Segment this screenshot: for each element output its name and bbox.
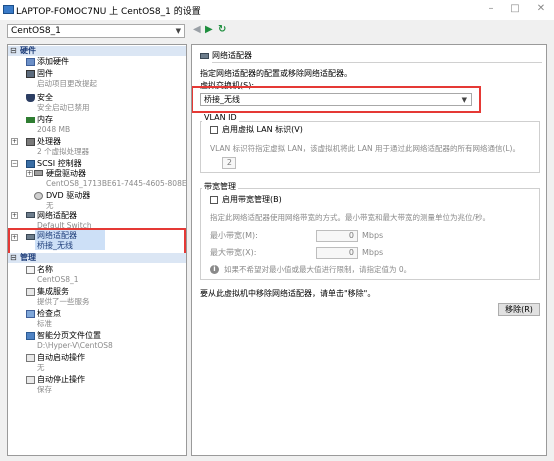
vm-select[interactable]: CentOS8_1 ▼	[7, 24, 185, 38]
integration-services-icon	[26, 288, 35, 296]
checkpoint-icon	[26, 310, 35, 318]
max-bandwidth-label: 最大带宽(X):	[210, 248, 257, 257]
management-section-header[interactable]: ⊟ 管理	[8, 253, 186, 263]
min-bandwidth-input[interactable]: 0	[316, 230, 358, 242]
bandwidth-description: 指定此网络适配器使用网络带宽的方式。最小带宽和最大带宽的测量单位为兆位/秒。	[210, 213, 491, 222]
expand-icon[interactable]: +	[11, 138, 18, 145]
min-bandwidth-unit: Mbps	[362, 231, 384, 240]
section-title: 网络适配器	[212, 51, 252, 60]
sidebar-item-dvd-drive[interactable]: DVD 驱动器	[46, 191, 90, 201]
sidebar-item-auto-start[interactable]: 自动启动操作	[37, 353, 85, 363]
vlan-description: VLAN 标识符指定虚拟 LAN，该虚拟机将此 LAN 用于通过此网络适配器的所…	[210, 144, 520, 153]
refresh-icon[interactable]: ↻	[218, 24, 226, 36]
chevron-down-icon: ▼	[175, 27, 181, 35]
hardware-section-header[interactable]: ⊟ 硬件	[8, 46, 186, 56]
description: 指定网络适配器的配置或移除网络适配器。	[200, 69, 352, 78]
expand-icon[interactable]: +	[11, 212, 18, 219]
vlan-checkbox-label[interactable]: 启用虚拟 LAN 标识(V)	[222, 125, 303, 135]
sidebar-item-security[interactable]: 安全	[37, 93, 53, 103]
network-adapter-icon	[200, 53, 209, 59]
bandwidth-checkbox-label[interactable]: 启用带宽管理(B)	[222, 195, 282, 205]
sidebar-item-processor[interactable]: 处理器	[37, 137, 61, 147]
sidebar-item-integration-services[interactable]: 集成服务	[37, 287, 69, 297]
checkpoint-subtitle: 标准	[37, 319, 52, 328]
sidebar-item-firmware[interactable]: 固件	[37, 69, 53, 79]
highlight-box	[8, 228, 186, 255]
processor-icon	[26, 138, 35, 146]
minimize-button[interactable]: –	[484, 3, 498, 15]
settings-tree: ⊟ 硬件 添加硬件 固件 启动项目更改提起 安全 安全启动已禁用 内存 2048…	[7, 44, 187, 456]
sidebar-item-memory[interactable]: 内存	[37, 115, 53, 125]
vm-select-value: CentOS8_1	[11, 26, 61, 36]
vlan-id-input[interactable]: 2	[222, 157, 236, 169]
hard-disk-subtitle: CentOS8_1713BE61-7445-4605-808E-C...	[46, 179, 187, 188]
vlan-title: VLAN ID	[202, 113, 239, 123]
memory-icon	[26, 117, 35, 123]
security-subtitle: 安全启动已禁用	[37, 103, 90, 112]
collapse-icon[interactable]: ⊟	[10, 254, 17, 262]
expand-icon[interactable]: +	[26, 170, 33, 177]
max-bandwidth-input[interactable]: 0	[316, 247, 358, 259]
forward-arrow-icon[interactable]: ▶	[205, 24, 213, 36]
collapse-icon[interactable]: ⊟	[10, 47, 17, 55]
smart-paging-subtitle: D:\Hyper-V\CentOS8	[37, 341, 113, 350]
max-bandwidth-unit: Mbps	[362, 248, 384, 257]
remove-button[interactable]: 移除(R)	[498, 303, 540, 316]
divider	[212, 62, 542, 63]
network-adapter-settings-panel: 网络适配器 指定网络适配器的配置或移除网络适配器。 虚拟交换机(S): 桥接_无…	[191, 44, 547, 456]
firmware-subtitle: 启动项目更改提起	[37, 79, 97, 88]
memory-subtitle: 2048 MB	[37, 125, 71, 134]
back-arrow-icon[interactable]: ◀	[193, 24, 201, 36]
maximize-button[interactable]: □	[508, 3, 522, 15]
sidebar-item-auto-stop[interactable]: 自动停止操作	[37, 375, 85, 385]
sidebar-item-add-hardware[interactable]: 添加硬件	[37, 57, 69, 67]
name-icon	[26, 266, 35, 274]
auto-stop-subtitle: 保存	[37, 385, 52, 394]
sidebar-item-checkpoint[interactable]: 检查点	[37, 309, 61, 319]
processor-subtitle: 2 个虚拟处理器	[37, 147, 90, 156]
hard-disk-icon	[34, 170, 43, 176]
dvd-icon	[34, 192, 43, 200]
vlan-checkbox[interactable]	[210, 126, 218, 134]
network-adapter-icon	[26, 212, 35, 218]
sidebar-item-smart-paging[interactable]: 智能分页文件位置	[37, 331, 101, 341]
bandwidth-info: 如果不希望对最小值或最大值进行限制，请指定值为 0。	[224, 265, 412, 274]
title-bar: LAPTOP-FOMOC7NU 上 CentOS8_1 的设置 – □ ✕	[0, 0, 554, 20]
bandwidth-checkbox[interactable]	[210, 196, 218, 204]
remove-description: 要从此虚拟机中移除网络适配器，请单击"移除"。	[200, 289, 376, 298]
management-header-label: 管理	[20, 253, 36, 262]
sidebar-item-network-adapter-1[interactable]: 网络适配器	[37, 211, 77, 221]
settings-app-icon	[3, 5, 14, 14]
add-hardware-icon	[26, 58, 35, 66]
integration-subtitle: 提供了一些服务	[37, 297, 90, 306]
collapse-icon[interactable]: −	[11, 160, 18, 167]
close-button[interactable]: ✕	[534, 3, 548, 15]
sidebar-item-scsi-controller[interactable]: SCSI 控制器	[37, 159, 82, 169]
auto-start-subtitle: 无	[37, 363, 45, 372]
scsi-controller-icon	[26, 160, 35, 168]
sidebar-item-hard-disk[interactable]: 硬盘驱动器	[46, 169, 86, 179]
firmware-icon	[26, 70, 35, 78]
shield-icon	[26, 94, 35, 102]
smart-paging-icon	[26, 332, 35, 340]
window-title: LAPTOP-FOMOC7NU 上 CentOS8_1 的设置	[16, 7, 201, 17]
bandwidth-title: 带宽管理	[202, 182, 238, 192]
auto-stop-icon	[26, 376, 35, 384]
name-subtitle: CentOS8_1	[37, 275, 79, 284]
min-bandwidth-label: 最小带宽(M):	[210, 231, 258, 240]
dvd-subtitle: 无	[46, 201, 54, 210]
highlight-box	[192, 86, 481, 113]
info-icon: i	[210, 265, 219, 274]
hardware-header-label: 硬件	[20, 46, 36, 55]
auto-start-icon	[26, 354, 35, 362]
sidebar-item-name[interactable]: 名称	[37, 265, 53, 275]
